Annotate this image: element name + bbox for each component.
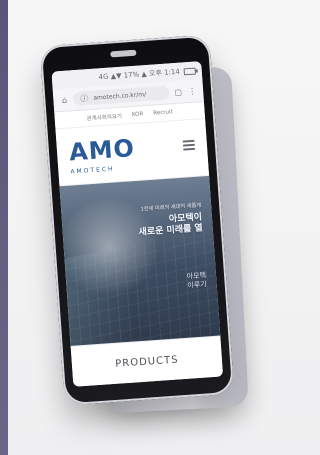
menu-line: [182, 139, 195, 143]
brand-logo[interactable]: AMO AMOTECH: [68, 133, 151, 178]
phone: 4G ▲▼ 17% ▲ 오후 1:14 ⌂ ⓘ amotech.co.kr/m/…: [39, 34, 235, 406]
products-label: PRODUCTS: [114, 353, 179, 370]
hero-text: 1천세 미래의 세대의 새롭게 아모텍이 새로운 미래를 열: [121, 202, 203, 239]
top-link-0[interactable]: 관계사회의요기: [86, 112, 122, 122]
phone-screen: 4G ▲▼ 17% ▲ 오후 1:14 ⌂ ⓘ amotech.co.kr/m/…: [51, 61, 224, 387]
hero-right-line: 아모텍 이루기: [186, 271, 207, 290]
tabs-icon[interactable]: ▢: [173, 86, 184, 97]
menu-line: [182, 143, 195, 147]
battery-icon: [183, 67, 196, 75]
hero-right-text: 아모텍 이루기: [186, 271, 207, 290]
logo-main: AMO: [68, 134, 136, 167]
url-text: amotech.co.kr/m/: [93, 90, 147, 102]
hero-banner: 1천세 미래의 세대의 새롭게 아모텍이 새로운 미래를 열 아모텍 이루기: [59, 175, 221, 346]
url-bar[interactable]: ⓘ amotech.co.kr/m/: [72, 85, 170, 107]
menu-icon[interactable]: [182, 139, 196, 151]
speaker-slot: [110, 49, 137, 58]
home-icon[interactable]: ⌂: [59, 94, 70, 105]
top-link-2[interactable]: Recruit: [153, 109, 173, 116]
left-frame: [0, 0, 8, 455]
menu-line: [183, 147, 196, 151]
more-icon[interactable]: ⋮: [187, 86, 198, 97]
site-header: AMO AMOTECH: [55, 119, 210, 187]
lock-icon: ⓘ: [80, 93, 89, 104]
status-text: 4G ▲▼ 17% ▲ 오후 1:14: [98, 67, 181, 82]
top-link-1[interactable]: KOR: [132, 111, 144, 118]
